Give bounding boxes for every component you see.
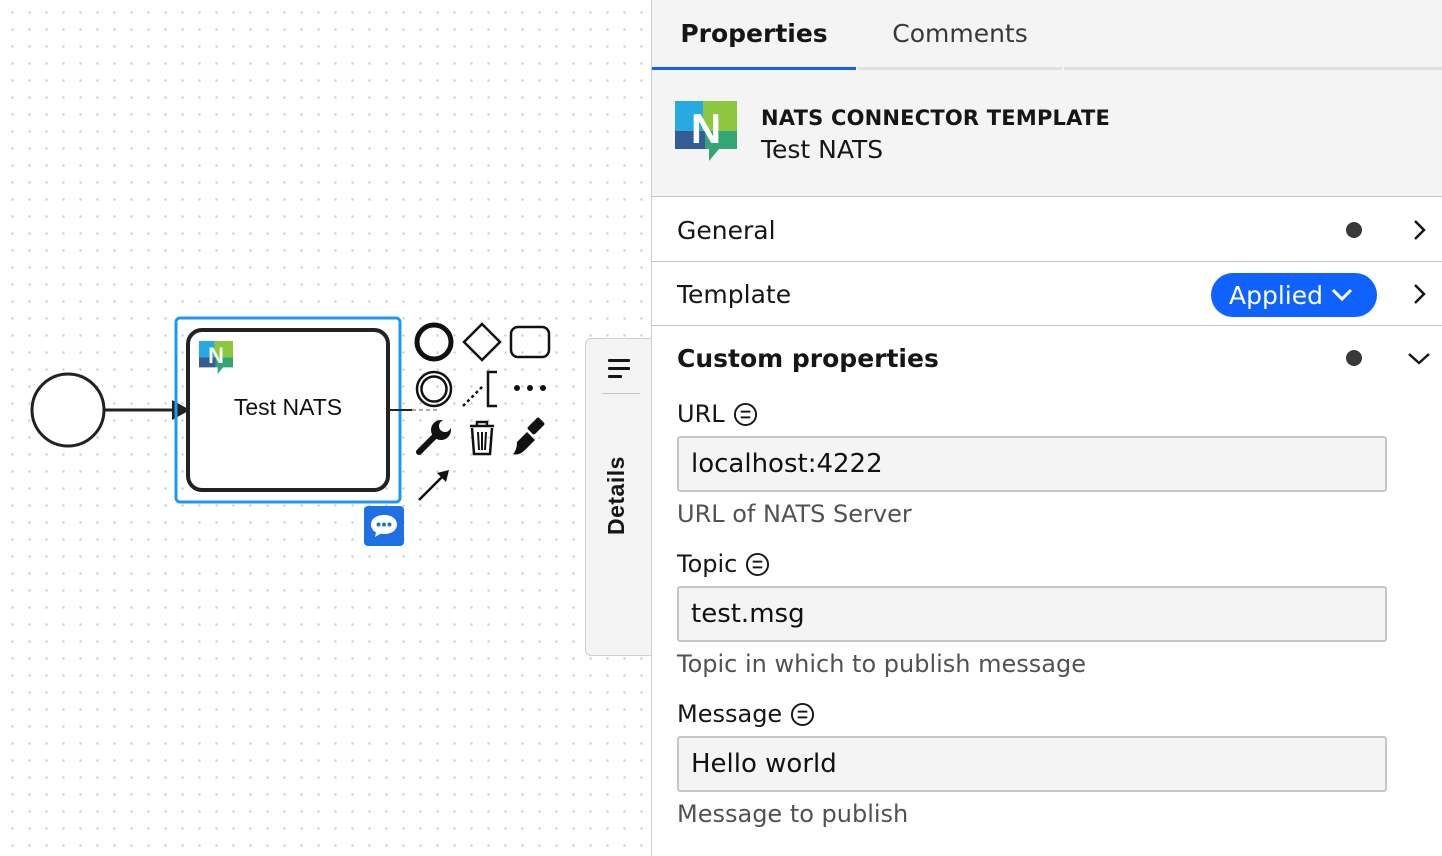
template-status-button[interactable]: Applied (1211, 273, 1377, 317)
nats-logo-icon: N (675, 101, 737, 163)
element-header: N NATS CONNECTOR TEMPLATE Test NATS (652, 70, 1442, 197)
wrench-icon[interactable] (413, 416, 455, 458)
message-description: Message to publish (677, 800, 909, 828)
url-input[interactable]: localhost:4222 (677, 436, 1387, 492)
element-name: Test NATS (761, 135, 884, 164)
divider (602, 393, 640, 394)
details-label: Details (603, 456, 629, 536)
group-general[interactable]: General (652, 198, 1442, 262)
start-event[interactable] (30, 372, 106, 448)
comment-badge[interactable] (364, 506, 404, 546)
nats-logo-icon: N (199, 341, 233, 375)
connect-arrow-icon[interactable] (413, 464, 455, 506)
data-indicator-dot (1346, 350, 1362, 366)
group-label: General (677, 216, 776, 245)
url-description: URL of NATS Server (677, 500, 912, 528)
svg-text:N: N (208, 343, 224, 368)
topic-description: Topic in which to publish message (677, 650, 1086, 678)
message-field-label: Message (677, 700, 815, 728)
diagram-svg (30, 316, 440, 504)
message-label-text: Message (677, 700, 783, 728)
data-indicator-dot (1346, 222, 1362, 238)
chevron-down-icon (1331, 288, 1353, 302)
url-label-text: URL (677, 400, 725, 428)
feel-expression-icon[interactable] (745, 552, 770, 577)
chat-bubble-icon (371, 515, 397, 537)
properties-panel: Properties Comments N NATS CONNECTOR TEM… (651, 0, 1442, 856)
menu-icon (608, 359, 630, 383)
group-custom-properties[interactable]: Custom properties (677, 344, 939, 373)
feel-expression-icon[interactable] (733, 402, 758, 427)
paintbrush-icon[interactable] (509, 416, 551, 458)
topic-input[interactable]: test.msg (677, 586, 1387, 642)
tab-comments[interactable]: Comments (858, 0, 1062, 70)
details-toggle-tab[interactable]: Details (585, 338, 651, 656)
task-label: Test NATS (233, 394, 343, 420)
append-text-annotation-icon[interactable] (461, 368, 503, 410)
append-gateway-icon[interactable] (461, 321, 503, 363)
element-type: NATS CONNECTOR TEMPLATE (761, 106, 1111, 130)
url-field-label: URL (677, 400, 758, 428)
chevron-right-icon[interactable] (1407, 282, 1431, 306)
more-options-icon[interactable] (509, 368, 551, 410)
panel-tabs: Properties Comments (652, 0, 1442, 70)
trash-icon[interactable] (461, 416, 503, 458)
append-task-icon[interactable] (509, 321, 551, 363)
template-status-label: Applied (1229, 280, 1323, 310)
chevron-right-icon[interactable] (1407, 218, 1431, 242)
message-input[interactable]: Hello world (677, 736, 1387, 792)
append-end-event-icon[interactable] (413, 321, 455, 363)
topic-label-text: Topic (677, 550, 738, 578)
svg-text:N: N (691, 105, 721, 152)
bpmn-canvas[interactable]: N Test NATS (0, 0, 651, 856)
topic-field-label: Topic (677, 550, 770, 578)
tab-properties[interactable]: Properties (652, 0, 856, 70)
feel-expression-icon[interactable] (790, 702, 815, 727)
append-intermediate-event-icon[interactable] (413, 368, 455, 410)
group-label: Template (677, 280, 792, 309)
chevron-down-icon[interactable] (1407, 346, 1431, 370)
